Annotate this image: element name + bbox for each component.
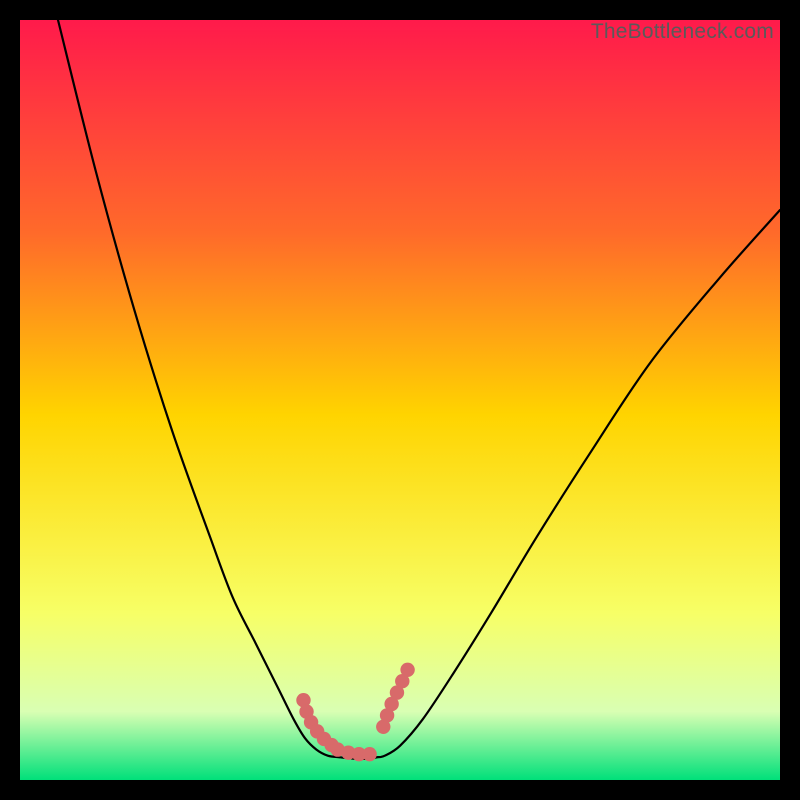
watermark-text: TheBottleneck.com	[591, 20, 774, 44]
chart-frame: TheBottleneck.com	[20, 20, 780, 780]
bottleneck-chart	[20, 20, 780, 780]
marker-dot	[362, 747, 376, 761]
marker-dot	[400, 663, 414, 677]
gradient-background	[20, 20, 780, 780]
